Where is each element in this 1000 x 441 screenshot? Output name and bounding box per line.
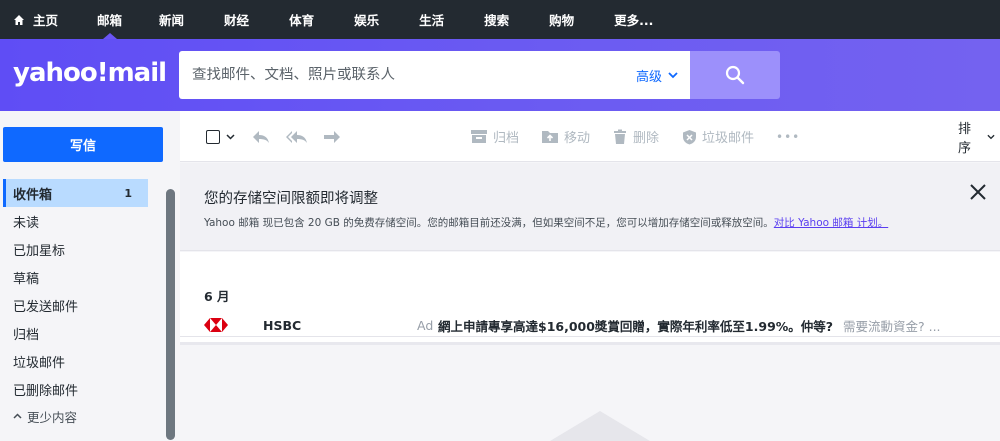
sidebar-scrollbar[interactable]: [166, 189, 175, 440]
spam-button[interactable]: 垃圾邮件: [682, 111, 754, 162]
nav-news[interactable]: 新闻: [159, 0, 184, 39]
folder-starred[interactable]: 已加星标: [3, 235, 148, 263]
search-icon: [725, 65, 745, 85]
storage-notice: 您的存储空间限额即将调整 Yahoo 邮箱 现已包含 20 GB 的免费存储空间…: [180, 163, 1000, 251]
nav-finance[interactable]: 财经: [224, 0, 249, 39]
nav-home[interactable]: 主页: [13, 0, 58, 39]
month-header: 6 月: [204, 289, 230, 304]
message-subject: 網上申請專享高達$16,000獎賞回贈，實際年利率低至1.99%。仲等?: [438, 318, 834, 334]
nav-entertainment[interactable]: 娱乐: [354, 0, 379, 39]
chevron-down-icon: [987, 134, 995, 139]
move-folder-icon: [542, 131, 558, 143]
nav-shopping[interactable]: 购物: [549, 0, 574, 39]
notice-body: Yahoo 邮箱 现已包含 20 GB 的免费存储空间。您的邮箱目前还没满，但如…: [204, 215, 888, 230]
notice-text: Yahoo 邮箱 现已包含 20 GB 的免费存储空间。您的邮箱目前还没满，但如…: [204, 217, 774, 229]
search-button[interactable]: [690, 51, 780, 99]
folder-drafts[interactable]: 草稿: [3, 263, 148, 291]
search-box: 高级: [179, 51, 690, 99]
folder-list: 收件箱 1 未读 已加星标 草稿 已发送邮件 归档 垃圾邮件 已删除邮件 更少内…: [3, 179, 148, 429]
show-less-button[interactable]: 更少内容: [3, 403, 148, 429]
archive-button[interactable]: 归档: [470, 111, 519, 162]
forward-button[interactable]: [322, 111, 347, 162]
move-button[interactable]: 移动: [541, 111, 590, 162]
yahoo-mail-logo[interactable]: yahoo!mail: [13, 58, 167, 88]
folder-unread[interactable]: 未读: [3, 207, 148, 235]
unread-count: 1: [124, 186, 132, 200]
compare-plans-link[interactable]: 对比 Yahoo 邮箱 计划。: [774, 217, 888, 229]
nav-life[interactable]: 生活: [419, 0, 444, 39]
close-icon[interactable]: [969, 183, 987, 201]
row-divider: [180, 336, 1000, 337]
select-all-checkbox[interactable]: [206, 111, 240, 162]
trash-icon: [614, 129, 626, 144]
reply-all-icon: [286, 130, 307, 143]
spam-label: 垃圾邮件: [702, 131, 755, 146]
ad-badge: Ad: [417, 317, 434, 333]
advanced-search-button[interactable]: 高级: [636, 66, 678, 85]
message-sender: HSBC: [263, 317, 302, 333]
folder-label: 收件箱: [13, 187, 53, 203]
nav-search[interactable]: 搜索: [484, 0, 509, 39]
reply-all-button[interactable]: [285, 111, 314, 162]
main-pane: 归档 移动 删除 垃圾邮件 ••• 排序 您的存储空间限额即将调整 Yahoo …: [180, 111, 1000, 441]
chevron-down-icon: [226, 133, 235, 140]
nav-more[interactable]: 更多...: [614, 0, 653, 39]
folder-inbox[interactable]: 收件箱 1: [3, 179, 148, 207]
checkbox[interactable]: [206, 129, 220, 144]
chevron-down-icon: [668, 72, 678, 79]
sort-label: 排序: [958, 121, 972, 156]
search-input[interactable]: [192, 67, 612, 83]
move-label: 移动: [564, 131, 591, 146]
hsbc-logo-icon: [204, 318, 228, 332]
archive-label: 归档: [493, 131, 520, 146]
header: yahoo!mail 高级: [0, 39, 1000, 111]
shield-icon: [683, 129, 696, 144]
folder-spam[interactable]: 垃圾邮件: [3, 347, 148, 375]
advanced-search-label: 高级: [635, 70, 662, 85]
top-nav: 主页 邮箱 新闻 财经 体育 娱乐 生活 搜索 购物 更多...: [0, 0, 1000, 39]
message-row[interactable]: HSBC Ad 網上申請專享高達$16,000獎賞回贈，實際年利率低至1.99%…: [180, 314, 1000, 336]
forward-icon: [324, 130, 340, 143]
sidebar: 写信 收件箱 1 未读 已加星标 草稿 已发送邮件 归档 垃圾邮件 已删除邮件 …: [0, 111, 180, 440]
sort-button[interactable]: 排序: [958, 111, 1000, 162]
compose-button[interactable]: 写信: [3, 127, 163, 162]
nav-home-label: 主页: [33, 13, 59, 28]
archive-icon: [471, 130, 487, 143]
show-less-label: 更少内容: [27, 409, 78, 425]
message-list: 6 月 HSBC Ad 網上申請專享高達$16,000獎賞回贈，實際年利率低至1…: [180, 252, 1000, 342]
delete-label: 删除: [633, 131, 660, 146]
message-snippet: 需要流動資金? ...: [843, 318, 941, 334]
nav-mail[interactable]: 邮箱: [97, 0, 122, 39]
chevron-up-icon: [13, 413, 22, 419]
reply-button[interactable]: [251, 111, 276, 162]
reply-icon: [253, 130, 269, 143]
more-actions-button[interactable]: •••: [776, 111, 800, 162]
folder-trash[interactable]: 已删除邮件: [3, 375, 148, 403]
nav-sports[interactable]: 体育: [289, 0, 314, 39]
delete-button[interactable]: 删除: [612, 111, 659, 162]
folder-sent[interactable]: 已发送邮件: [3, 291, 148, 319]
empty-state-illustration: [550, 411, 650, 441]
folder-archive[interactable]: 归档: [3, 319, 148, 347]
notice-title: 您的存储空间限额即将调整: [204, 191, 378, 207]
home-icon: [14, 14, 24, 25]
message-toolbar: 归档 移动 删除 垃圾邮件 ••• 排序: [180, 111, 1000, 162]
